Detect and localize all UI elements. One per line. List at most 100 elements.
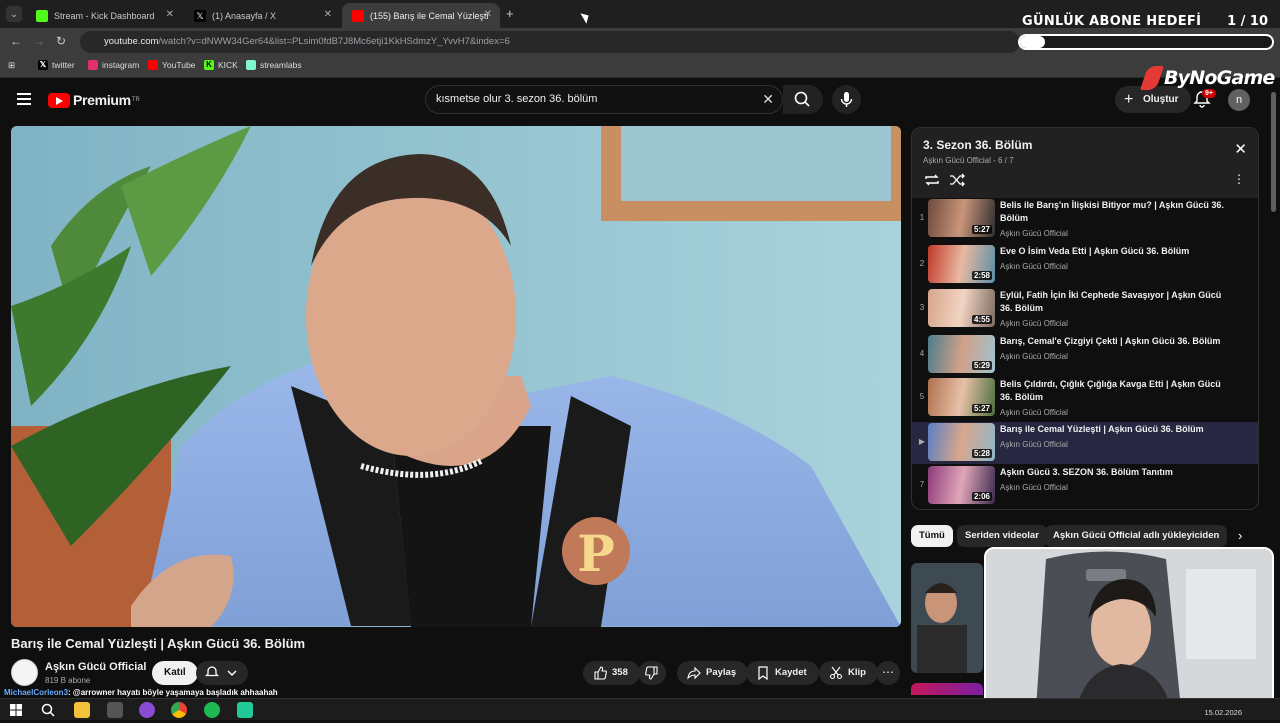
new-tab-button[interactable]: +	[506, 6, 514, 21]
chip-all[interactable]: Tümü	[911, 525, 953, 547]
video-thumbnail: 2:58	[928, 245, 995, 283]
playlist-item[interactable]: 5 5:27 Belis Çıldırdı, Çığlık Çığlığa Ka…	[912, 377, 1258, 419]
voice-search-button[interactable]	[832, 85, 861, 114]
like-button[interactable]: 358	[583, 661, 640, 685]
chip-from-uploader[interactable]: Aşkın Gücü Official adlı yükleyiciden	[1045, 525, 1228, 547]
app-icon[interactable]	[139, 702, 155, 718]
tab-search-icon[interactable]: ⌄	[6, 6, 22, 22]
duration-badge: 2:06	[971, 492, 992, 501]
bookmark-label: YouTube	[162, 60, 196, 70]
scissors-icon	[829, 666, 843, 680]
dislike-button[interactable]	[638, 661, 666, 685]
clip-button[interactable]: Klip	[819, 661, 878, 685]
menu-icon[interactable]	[17, 93, 31, 108]
streamer-webcam	[984, 547, 1274, 707]
recommended-thumbnail-image	[911, 563, 983, 673]
tab-kick-dashboard[interactable]: Stream - Kick Dashboard ✕	[26, 3, 182, 28]
playlist-title[interactable]: 3. Sezon 36. Bölüm	[923, 138, 1032, 152]
playlist-item-channel: Aşkın Gücü Official	[1000, 483, 1068, 492]
chip-series-videos[interactable]: Seriden videolar	[957, 525, 1047, 547]
spotify-icon[interactable]	[204, 702, 220, 718]
bookmark-youtube[interactable]: YouTube	[148, 60, 195, 70]
logo-text: Premium	[73, 92, 131, 108]
youtube-header: Premium TR kısmetse olur 3. sezon 36. bö…	[0, 80, 1280, 120]
playlist-header: 3. Sezon 36. Bölüm Aşkın Gücü Official -…	[912, 128, 1258, 198]
goal-count: 1 / 10	[1227, 14, 1268, 29]
video-player[interactable]: P	[11, 126, 901, 627]
bookmarks-bar: ⊞ 𝕏twitter instagram YouTube K KICK strea…	[0, 56, 1280, 78]
chat-message: MichaelCorleon3: @arrowner hayatı böyle …	[4, 688, 278, 697]
channel-avatar[interactable]	[11, 659, 38, 686]
recommended-video-thumbnail[interactable]	[911, 563, 983, 673]
playlist-item[interactable]: 3 4:55 Eylül, Fatih İçin İki Cephede Sav…	[912, 288, 1258, 330]
windows-start-icon[interactable]	[8, 702, 24, 718]
more-actions-button[interactable]: ⋯	[876, 661, 900, 685]
tab-x-home[interactable]: 𝕏 (1) Anasayfa / X ✕	[184, 3, 340, 28]
bookmark-streamlabs[interactable]: streamlabs	[246, 60, 302, 70]
duration-badge: 5:27	[971, 225, 992, 234]
chevron-right-icon[interactable]: ›	[1238, 528, 1242, 543]
playlist-item-title: Belis Çıldırdı, Çığlık Çığlığa Kavga Ett…	[1000, 379, 1221, 402]
shuffle-icon[interactable]	[948, 172, 966, 188]
search-button[interactable]	[783, 85, 823, 114]
playlist-item-current[interactable]: ▶ 5:28 Barış ile Cemal Yüzleşti | Aşkın …	[912, 422, 1258, 464]
logo-region: TR	[131, 97, 140, 103]
goal-title: GÜNLÜK ABONE HEDEFİ	[1022, 14, 1202, 29]
recommended-video-thumbnail-next[interactable]	[911, 683, 983, 695]
bookmark-kick[interactable]: K KICK	[204, 60, 238, 70]
video-thumbnail: 4:55	[928, 289, 995, 327]
playlist-index: 7	[919, 480, 925, 489]
playlist-menu-icon[interactable]: ⋮	[1233, 172, 1245, 186]
playlist-item-title: Barış ile Cemal Yüzleşti | Aşkın Gücü 36…	[1000, 424, 1204, 434]
file-explorer-icon[interactable]	[74, 702, 90, 718]
account-avatar[interactable]: n	[1228, 89, 1250, 111]
app-icon[interactable]	[107, 702, 123, 718]
playlist-item[interactable]: 1 5:27 Belis ile Barış'ın İlişkisi Bitiy…	[912, 198, 1258, 240]
youtube-premium-logo[interactable]: Premium TR	[48, 92, 140, 108]
chrome-icon[interactable]	[171, 702, 187, 718]
playlist-item[interactable]: 7 2:06 Aşkın Gücü 3. SEZON 36. Bölüm Tan…	[912, 465, 1258, 507]
bookmark-label: KICK	[218, 60, 238, 70]
forward-icon[interactable]: →	[33, 34, 45, 48]
search-input[interactable]: kısmetse olur 3. sezon 36. bölüm ✕	[425, 85, 783, 114]
duration-badge: 5:29	[971, 361, 992, 370]
video-title: Barış ile Cemal Yüzleşti | Aşkın Gücü 36…	[11, 636, 306, 651]
reload-icon[interactable]: ↻	[56, 34, 66, 48]
video-thumbnail: 2:06	[928, 466, 995, 504]
back-icon[interactable]: ←	[10, 34, 22, 48]
subscription-bell-button[interactable]	[196, 661, 248, 685]
x-icon: 𝕏	[194, 9, 206, 22]
close-tab-icon[interactable]: ✕	[166, 9, 174, 20]
channel-name[interactable]: Aşkın Gücü Official	[45, 661, 146, 673]
sponsor-text: ByNoGame	[1164, 67, 1275, 89]
playlist-item-title: Eylül, Fatih İçin İki Cephede Savaşıyor …	[1000, 290, 1222, 313]
playlist-index: 1	[919, 213, 925, 222]
close-playlist-icon[interactable]: ✕	[1234, 140, 1247, 158]
share-label: Paylaş	[706, 667, 737, 678]
close-tab-icon[interactable]: ✕	[324, 9, 332, 20]
bookmark-twitter[interactable]: 𝕏twitter	[38, 60, 75, 70]
playlist-item-title: Barış, Cemal'e Çizgiyi Çekti | Aşkın Güc…	[1000, 336, 1221, 346]
like-count: 358	[612, 667, 628, 678]
youtube-icon	[352, 9, 364, 22]
page-scrollbar[interactable]	[1271, 92, 1276, 212]
save-button[interactable]: Kaydet	[746, 661, 819, 685]
tab-youtube-video[interactable]: (155) Barış ile Cemal Yüzleşti | A ✕	[342, 3, 500, 28]
instagram-icon	[88, 60, 98, 70]
join-button[interactable]: Katıl	[152, 661, 198, 685]
close-tab-icon[interactable]: ✕	[484, 9, 492, 20]
goal-progress-fill	[1020, 36, 1046, 48]
search-icon[interactable]	[40, 702, 56, 718]
app-icon[interactable]	[237, 702, 253, 718]
bookmark-instagram[interactable]: instagram	[88, 60, 139, 70]
clear-search-icon[interactable]: ✕	[762, 86, 774, 113]
share-button[interactable]: Paylaş	[677, 661, 749, 685]
apps-grid-icon[interactable]: ⊞	[8, 60, 15, 71]
loop-icon[interactable]	[923, 172, 941, 188]
now-playing-indicator: ▶	[918, 437, 926, 446]
playlist-item[interactable]: 4 5:29 Barış, Cemal'e Çizgiyi Çekti | Aş…	[912, 334, 1258, 376]
url-path: /watch?v=dNWW34Ger64&list=PLsim0fdB7J8Mc…	[158, 36, 510, 47]
playlist-item[interactable]: 2 2:58 Eve O İsim Veda Etti | Aşkın Gücü…	[912, 244, 1258, 286]
url-field[interactable]: youtube.com/watch?v=dNWW34Ger64&list=PLs…	[80, 31, 1020, 53]
save-label: Kaydet	[775, 667, 807, 678]
